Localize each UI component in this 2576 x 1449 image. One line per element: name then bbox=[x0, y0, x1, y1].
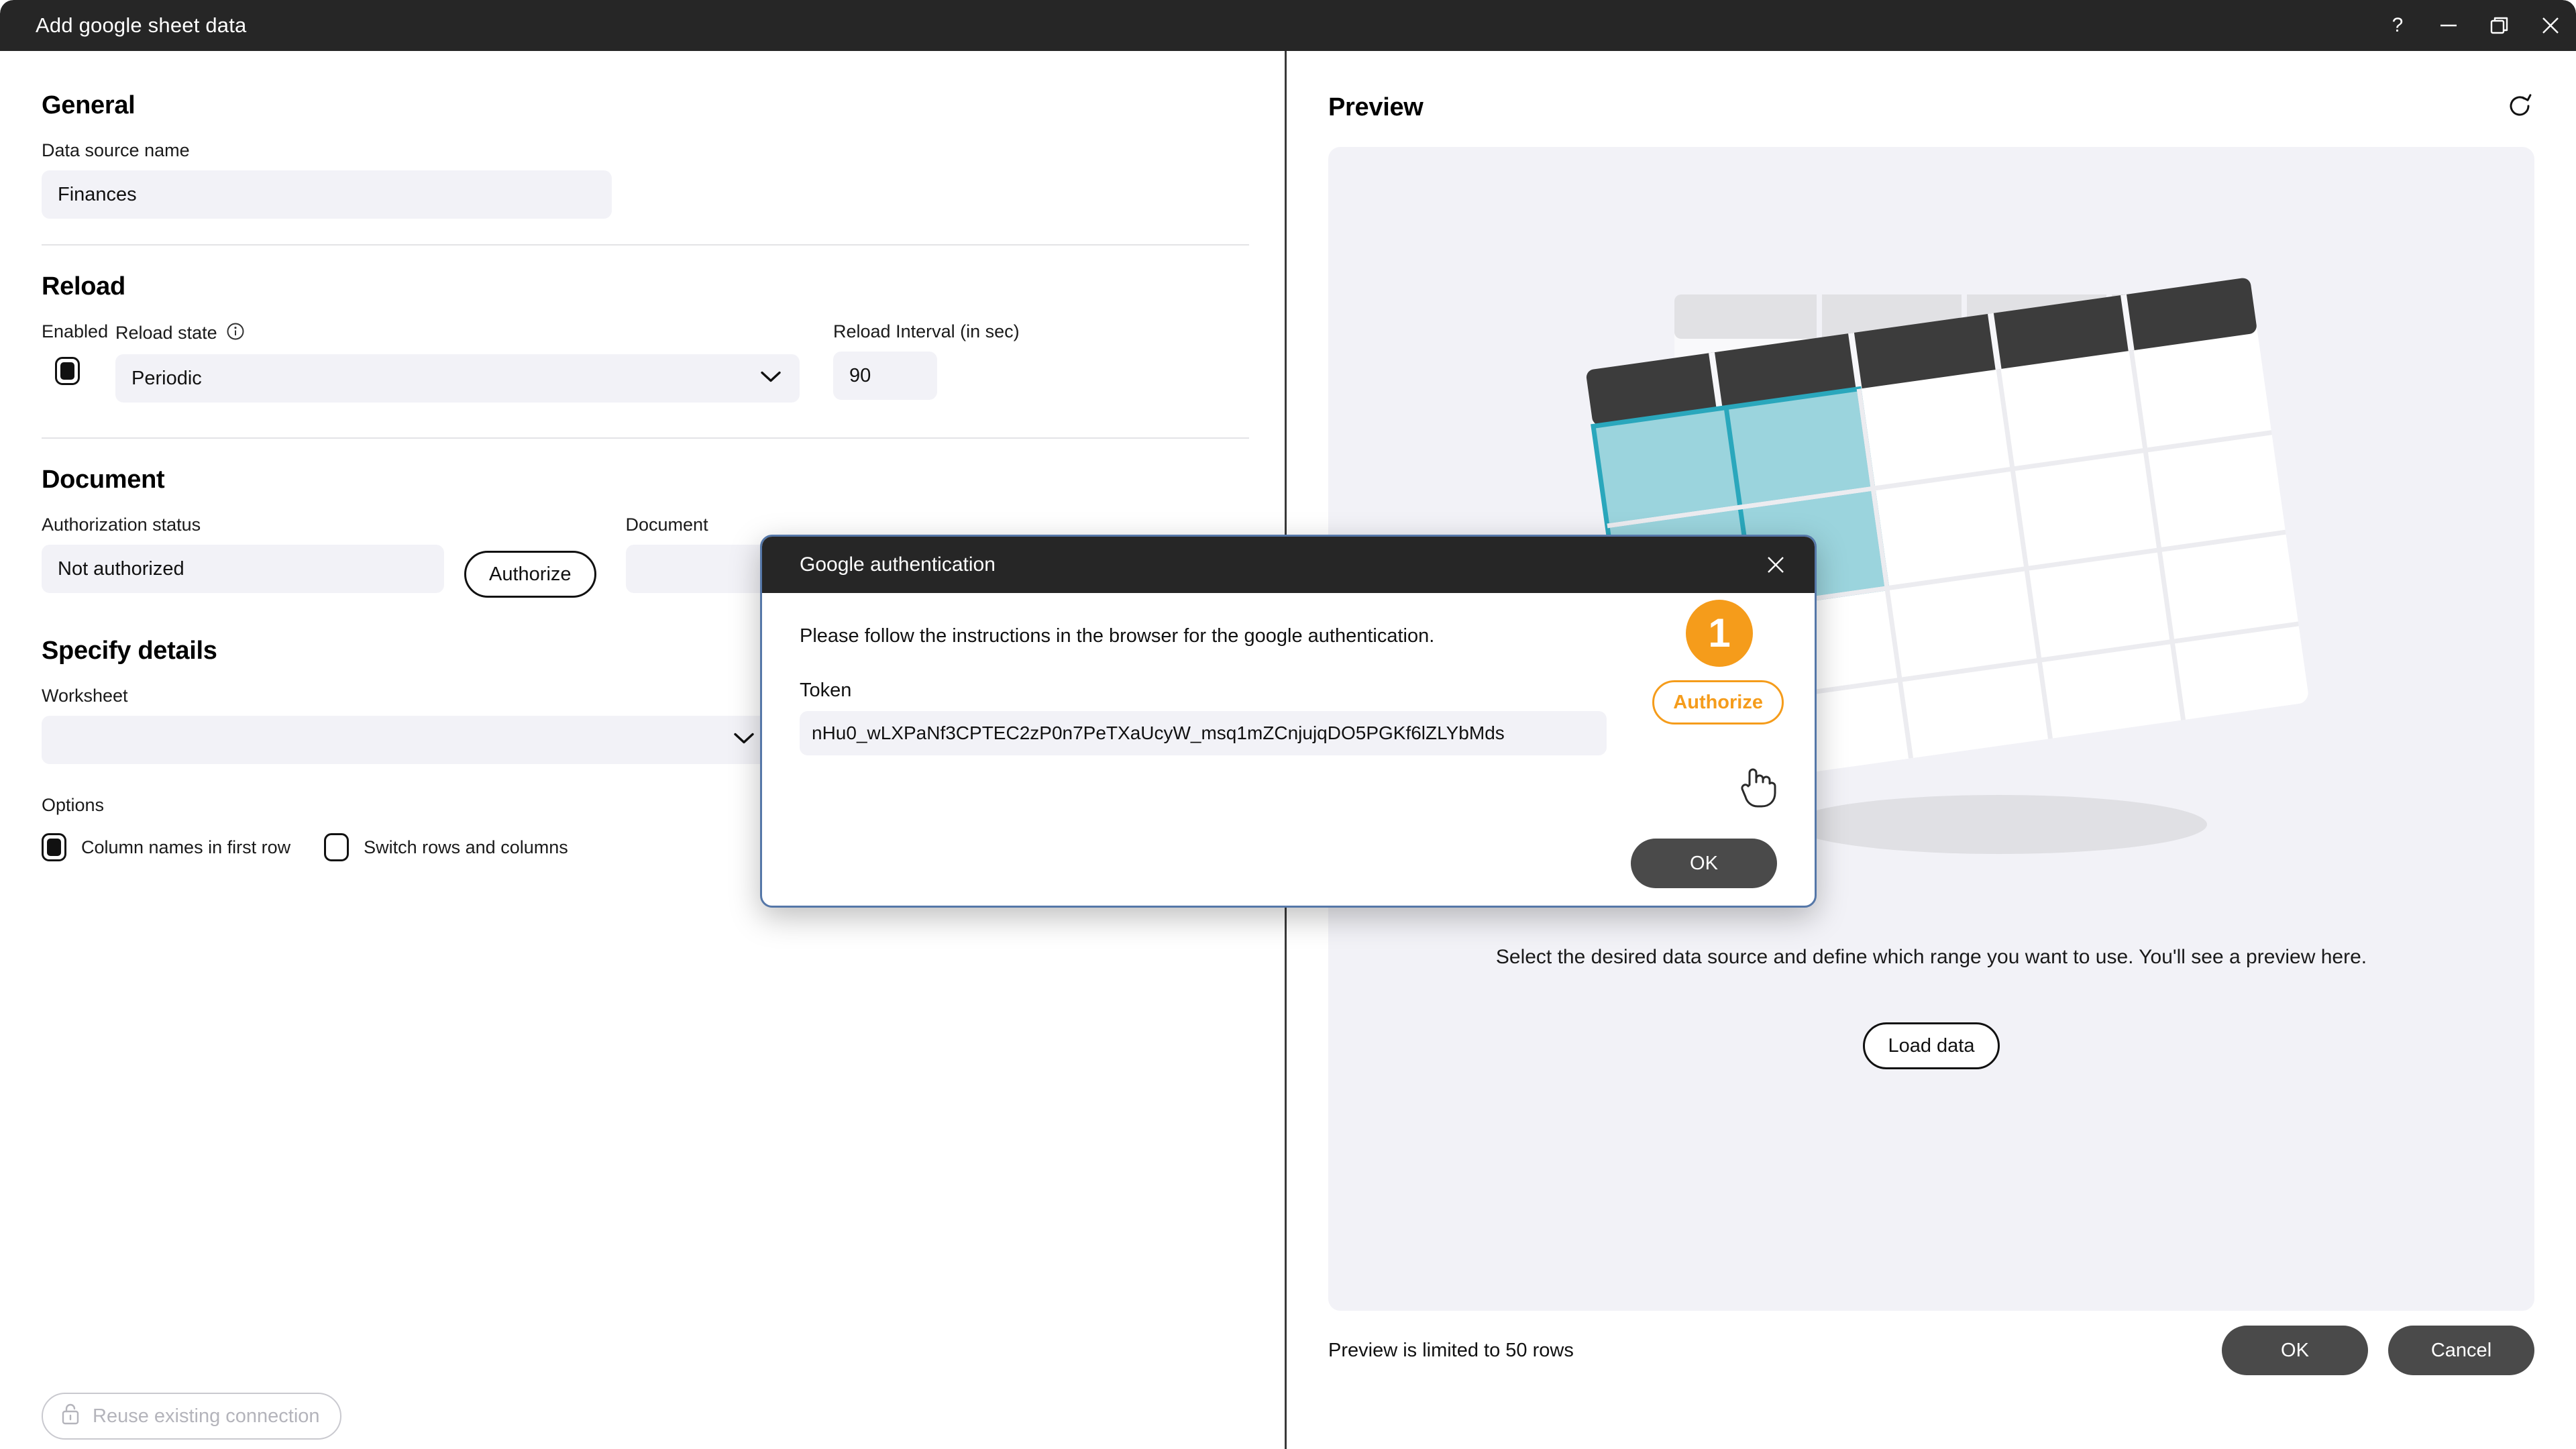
modal-title-bar: Google authentication bbox=[762, 537, 1815, 593]
worksheet-select[interactable] bbox=[42, 716, 773, 764]
auth-status-label: Authorization status bbox=[42, 515, 201, 535]
modal-authorize-button[interactable]: Authorize bbox=[1652, 680, 1784, 724]
reuse-existing-connection-label: Reuse existing connection bbox=[93, 1405, 320, 1427]
data-source-name-input[interactable]: Finances bbox=[42, 170, 612, 219]
modal-token-label: Token bbox=[800, 680, 852, 701]
unlock-icon bbox=[59, 1401, 82, 1432]
chevron-down-icon bbox=[733, 729, 755, 751]
window-controls: ? bbox=[2372, 0, 2576, 51]
option-switch-rows-checkbox[interactable] bbox=[324, 833, 350, 861]
load-data-button[interactable]: Load data bbox=[1863, 1022, 2000, 1069]
modal-ok-button[interactable]: OK bbox=[1631, 839, 1777, 888]
modal-close-icon[interactable] bbox=[1756, 545, 1796, 585]
reuse-existing-connection-button[interactable]: Reuse existing connection bbox=[42, 1393, 341, 1440]
help-icon[interactable]: ? bbox=[2372, 0, 2423, 51]
preview-heading: Preview bbox=[1328, 93, 1424, 121]
reload-state-value: Periodic bbox=[131, 367, 202, 389]
modal-title-text: Google authentication bbox=[800, 553, 996, 576]
modal-token-input[interactable]: nHu0_wLXPaNf3CPTEC2zP0n7PeTXaUcyW_msq1mZ… bbox=[800, 711, 1607, 755]
chevron-down-icon bbox=[759, 368, 782, 390]
reload-enabled-checkbox[interactable] bbox=[55, 357, 80, 385]
app-window: Add google sheet data ? General Data sou… bbox=[0, 0, 2576, 1449]
preview-header: Preview bbox=[1328, 91, 2534, 124]
step-badge-1: 1 bbox=[1686, 600, 1753, 667]
preview-limit-note: Preview is limited to 50 rows bbox=[1328, 1339, 1574, 1361]
reuse-connection-wrap: Reuse existing connection bbox=[42, 1393, 341, 1440]
auth-status-value: Not authorized bbox=[42, 545, 444, 593]
modal-instruction: Please follow the instructions in the br… bbox=[800, 625, 1435, 647]
reload-state-label: Reload state bbox=[115, 323, 217, 343]
option-switch-rows-label: Switch rows and columns bbox=[364, 837, 568, 857]
preview-footer: Preview is limited to 50 rows OK Cancel bbox=[1328, 1326, 2534, 1375]
option-column-names-checkbox[interactable] bbox=[42, 833, 66, 861]
divider-general bbox=[42, 244, 1249, 246]
window-title: Add google sheet data bbox=[36, 13, 247, 37]
cancel-button[interactable]: Cancel bbox=[2388, 1326, 2534, 1375]
enabled-label: Enabled bbox=[42, 321, 109, 341]
close-icon[interactable] bbox=[2525, 0, 2576, 51]
reload-interval-input[interactable]: 90 bbox=[833, 352, 937, 400]
general-heading: General bbox=[42, 91, 136, 119]
document-heading: Document bbox=[42, 466, 165, 494]
reload-heading: Reload bbox=[42, 272, 125, 301]
ok-button[interactable]: OK bbox=[2222, 1326, 2368, 1375]
google-authentication-dialog: Google authentication Please follow the … bbox=[760, 535, 1817, 908]
authorize-button[interactable]: Authorize bbox=[464, 551, 596, 598]
preview-empty-message: Select the desired data source and defin… bbox=[1495, 946, 2367, 968]
minimize-icon[interactable] bbox=[2423, 0, 2474, 51]
reload-state-select[interactable]: Periodic bbox=[115, 354, 800, 402]
data-source-name-label: Data source name bbox=[42, 140, 190, 160]
document-label: Document bbox=[625, 515, 708, 535]
svg-text:?: ? bbox=[2392, 14, 2404, 36]
reload-interval-label: Reload Interval (in sec) bbox=[833, 321, 1020, 341]
divider-reload bbox=[42, 437, 1249, 439]
info-icon[interactable] bbox=[225, 321, 246, 345]
option-column-names-label: Column names in first row bbox=[81, 837, 291, 857]
restore-icon[interactable] bbox=[2474, 0, 2525, 51]
modal-body: Please follow the instructions in the br… bbox=[762, 593, 1815, 888]
refresh-icon[interactable] bbox=[2505, 91, 2534, 124]
title-bar: Add google sheet data ? bbox=[0, 0, 2576, 51]
